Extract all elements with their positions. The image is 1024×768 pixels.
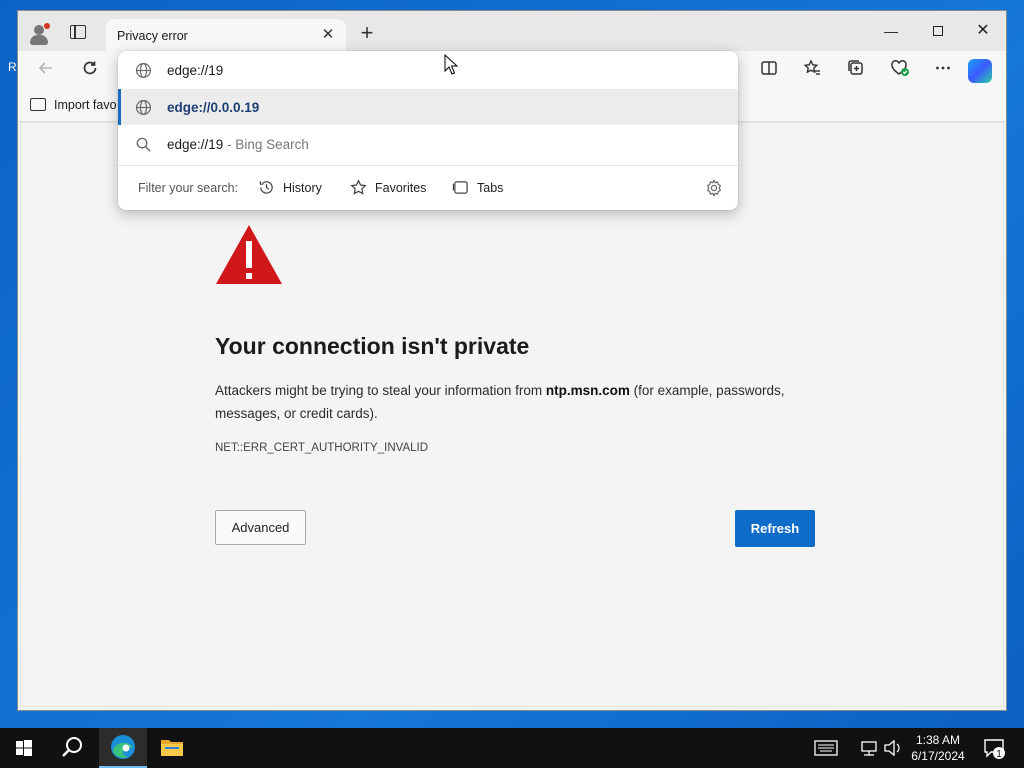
taskbar-search-button[interactable]: [48, 728, 96, 768]
warning-icon: [215, 223, 283, 290]
desktop-text: R: [8, 60, 17, 74]
tab-privacy-error[interactable]: Privacy error ✕: [106, 19, 346, 51]
address-input-row[interactable]: edge://19: [118, 52, 738, 88]
error-code[interactable]: NET::ERR_CERT_AUTHORITY_INVALID: [215, 442, 428, 454]
start-button[interactable]: [0, 728, 48, 768]
address-input[interactable]: edge://19: [167, 63, 223, 78]
search-icon: [136, 137, 151, 152]
error-heading: Your connection isn't private: [215, 333, 530, 359]
more-options-icon[interactable]: [929, 57, 957, 85]
clock-time: 1:38 AM: [915, 733, 961, 747]
new-tab-button[interactable]: +: [356, 22, 378, 45]
folder-icon: [161, 740, 183, 756]
gear-icon[interactable]: [705, 179, 723, 197]
clock-date: 6/17/2024: [911, 749, 965, 763]
suggestion-text: edge://19: [167, 137, 224, 152]
profile-avatar-icon[interactable]: [28, 23, 50, 45]
reload-button[interactable]: [76, 57, 104, 85]
notification-center-icon[interactable]: 1: [982, 736, 1006, 760]
import-folder-icon: [30, 98, 46, 111]
tray-keyboard-icon[interactable]: [810, 728, 842, 768]
error-host: ntp.msn.com: [545, 383, 630, 398]
browser-essentials-icon[interactable]: [886, 57, 914, 85]
tab-title: Privacy error: [117, 29, 188, 43]
copilot-icon[interactable]: [968, 59, 992, 83]
divider: [118, 165, 738, 166]
history-icon: [259, 181, 273, 194]
mouse-cursor-icon: [444, 54, 458, 75]
split-screen-icon[interactable]: [755, 57, 783, 85]
globe-icon: [135, 62, 152, 79]
tab-actions-icon[interactable]: [70, 25, 86, 39]
title-bar: Privacy error ✕ + — ✕: [18, 11, 1006, 51]
tab-close-icon[interactable]: ✕: [318, 25, 338, 45]
edge-icon: [111, 735, 135, 759]
back-button[interactable]: [32, 57, 60, 85]
tray-volume-icon[interactable]: [882, 728, 904, 768]
tabs-icon: [452, 181, 468, 194]
globe-icon: [135, 99, 152, 116]
tray-network-icon[interactable]: [858, 728, 880, 768]
favorites-star-icon[interactable]: [798, 57, 826, 85]
minimize-button[interactable]: —: [876, 21, 906, 41]
star-icon: [350, 179, 367, 195]
import-favorites-link[interactable]: Import favo: [54, 98, 117, 112]
maximize-button[interactable]: [923, 21, 953, 41]
filter-label: Filter your search:: [138, 181, 239, 195]
notification-count: 1: [996, 749, 1002, 760]
address-bar-dropdown: edge://19 edge://0.0.0.19 edge://19 - Bi…: [118, 51, 738, 210]
advanced-button[interactable]: Advanced: [215, 510, 306, 545]
taskbar: 1:38 AM 6/17/2024 1: [0, 728, 1024, 768]
close-window-button[interactable]: ✕: [968, 21, 998, 41]
search-icon: [62, 737, 82, 757]
refresh-button[interactable]: Refresh: [735, 510, 815, 547]
windows-logo-icon: [16, 740, 32, 756]
suggestion-item-search[interactable]: edge://19 - Bing Search: [118, 126, 738, 162]
suggestion-text: edge://0.0.0.19: [167, 100, 260, 115]
collections-icon[interactable]: [842, 57, 870, 85]
taskbar-clock[interactable]: 1:38 AM 6/17/2024: [904, 732, 972, 764]
suggestion-item[interactable]: edge://0.0.0.19: [118, 89, 738, 125]
taskbar-edge-button[interactable]: [99, 728, 147, 768]
error-description: Attackers might be trying to steal your …: [215, 383, 785, 421]
taskbar-file-explorer-button[interactable]: [148, 728, 196, 768]
suggestion-hint: - Bing Search: [223, 137, 309, 152]
